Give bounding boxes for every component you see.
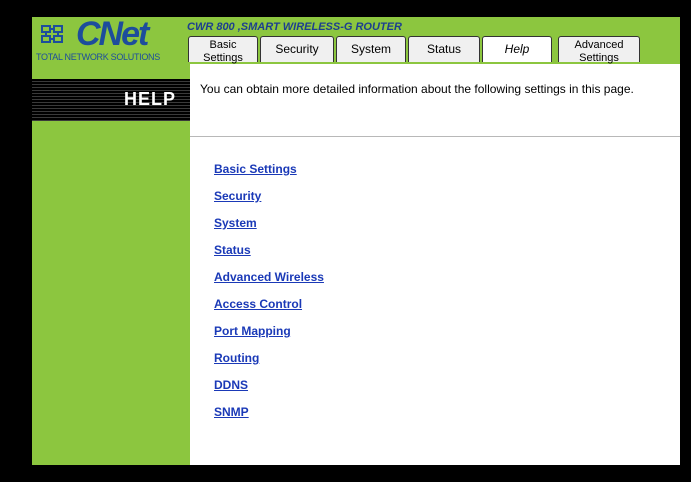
logo-brand: CNet [76, 15, 149, 53]
tab-status[interactable]: Status [408, 36, 480, 62]
link-access-control[interactable]: Access Control [214, 297, 302, 311]
link-routing[interactable]: Routing [214, 351, 259, 365]
link-status[interactable]: Status [214, 243, 251, 257]
logo-tagline: TOTAL NETWORK SOLUTIONS [36, 52, 160, 62]
help-link-list: Basic Settings Security System Status Ad… [214, 160, 324, 430]
tab-advanced-settings[interactable]: Advanced Settings [558, 36, 640, 64]
tab-basic-settings-line1: Basic [209, 39, 237, 51]
cnet-logo-mark-icon [41, 25, 63, 43]
tab-status-label: Status [426, 42, 462, 56]
tab-help-label: Help [504, 42, 530, 56]
cnet-logo: CNet TOTAL NETWORK SOLUTIONS [32, 15, 190, 65]
tab-system-label: System [350, 42, 391, 56]
list-item: Port Mapping [214, 322, 324, 349]
link-basic-settings[interactable]: Basic Settings [214, 162, 297, 176]
tab-system[interactable]: System [336, 36, 406, 62]
list-item: System [214, 214, 324, 241]
list-item: Security [214, 187, 324, 214]
tab-advanced-settings-line2: Settings [579, 52, 619, 64]
tab-help[interactable]: Help [482, 36, 552, 62]
intro-panel: You can obtain more detailed information… [190, 64, 680, 137]
tab-basic-settings[interactable]: Basic Settings [188, 36, 258, 64]
list-item: Status [214, 241, 324, 268]
tab-security-label: Security [275, 42, 319, 56]
product-title: CWR 800 ,SMART WIRELESS-G ROUTER [187, 21, 402, 33]
link-advanced-wireless[interactable]: Advanced Wireless [214, 270, 324, 284]
list-item: DDNS [214, 376, 324, 403]
link-security[interactable]: Security [214, 189, 261, 203]
link-port-mapping[interactable]: Port Mapping [214, 324, 291, 338]
list-item: Routing [214, 349, 324, 376]
list-item: Access Control [214, 295, 324, 322]
intro-text: You can obtain more detailed information… [200, 82, 634, 96]
link-system[interactable]: System [214, 216, 257, 230]
tab-advanced-settings-line1: Advanced [574, 39, 624, 51]
list-item: SNMP [214, 403, 324, 430]
main-tabs: Basic Settings Security System Status He… [184, 36, 644, 64]
list-item: Basic Settings [214, 160, 324, 187]
tab-basic-settings-line2: Settings [203, 52, 243, 64]
router-frame: CNet TOTAL NETWORK SOLUTIONS CWR 800 ,SM… [32, 15, 680, 465]
sidebar-heading-label: HELP [123, 89, 176, 109]
tab-security[interactable]: Security [260, 36, 334, 62]
sidebar-heading: HELP [32, 79, 190, 121]
list-item: Advanced Wireless [214, 268, 324, 295]
help-content: You can obtain more detailed information… [190, 64, 680, 465]
link-snmp[interactable]: SNMP [214, 405, 249, 419]
link-ddns[interactable]: DDNS [214, 378, 248, 392]
